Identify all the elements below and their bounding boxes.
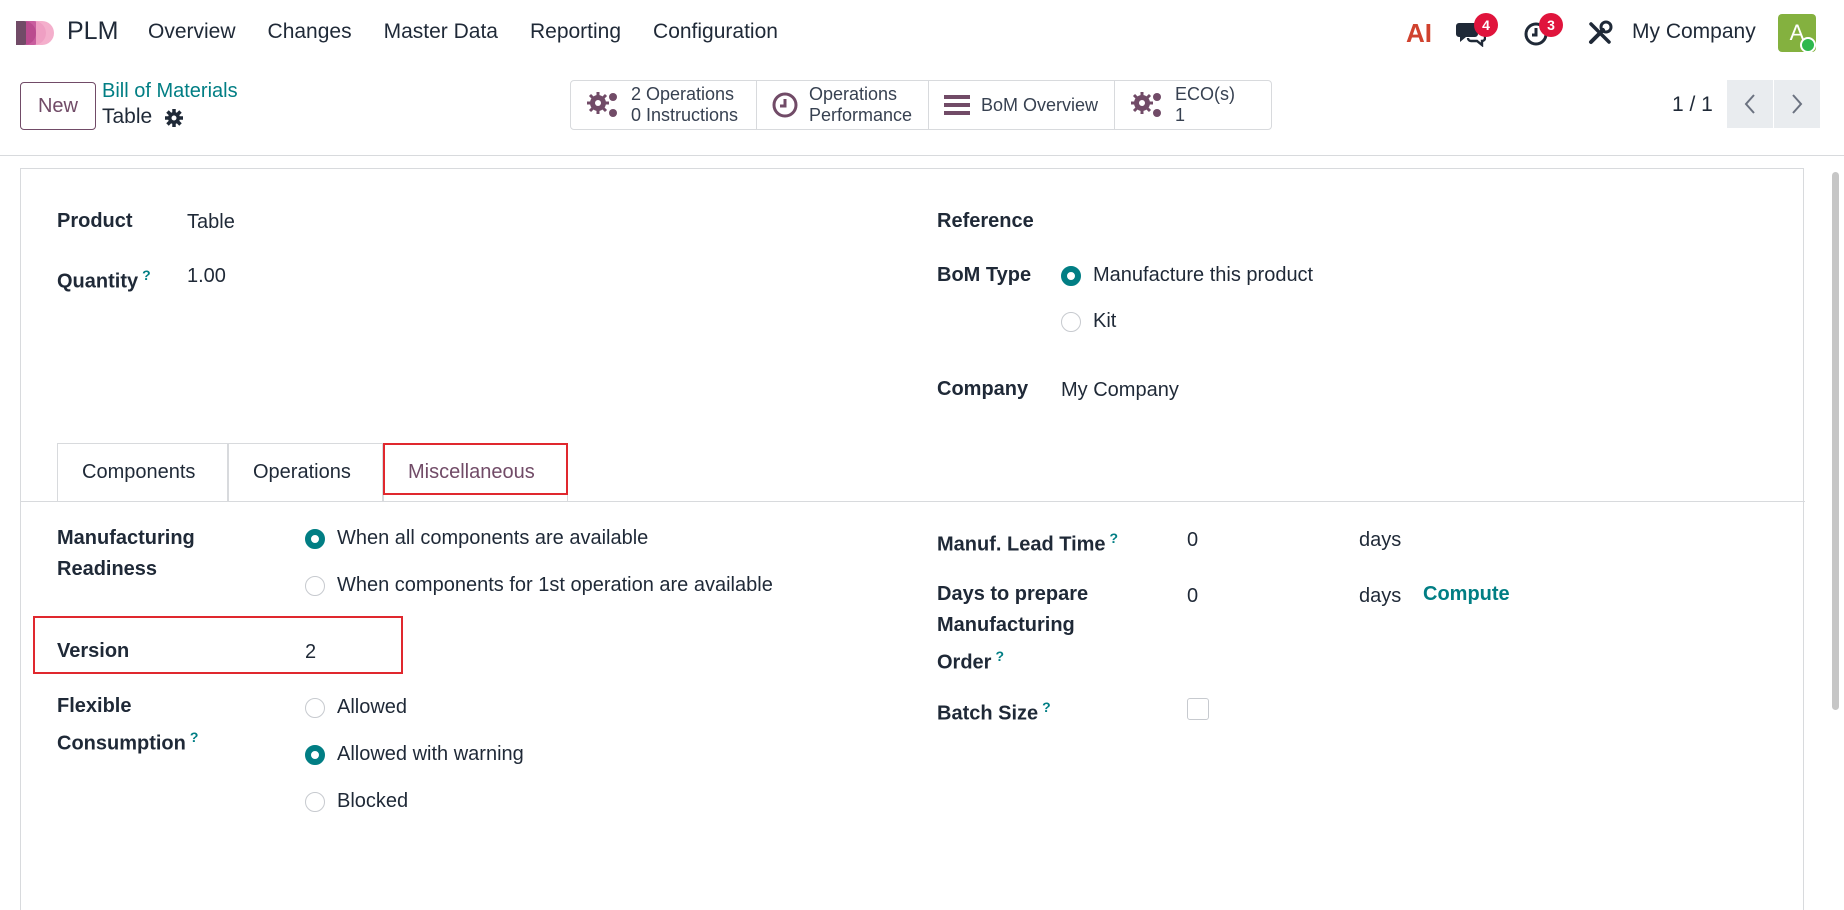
quantity-label: Quantity? — [57, 260, 151, 298]
compute-button[interactable]: Compute — [1423, 579, 1510, 610]
bom-type-manufacture-radio[interactable] — [1061, 266, 1081, 286]
lead-time-label-text: Manuf. Lead Time — [937, 533, 1106, 556]
app-name[interactable]: PLM — [67, 17, 118, 46]
days-to-prepare-unit: days — [1359, 585, 1402, 607]
smart-buttons: 2 Operations 0 Instructions Operations P… — [570, 80, 1272, 130]
flex-allowed-label[interactable]: Allowed — [337, 692, 407, 723]
tab-operations[interactable]: Operations — [228, 443, 383, 501]
menu-configuration[interactable]: Configuration — [653, 20, 778, 44]
flexible-consumption-help-icon[interactable]: ? — [190, 729, 199, 745]
product-label: Product — [57, 210, 133, 232]
bom-overview-label: BoM Overview — [981, 94, 1099, 115]
product-field[interactable]: Table — [187, 207, 235, 238]
quantity-field[interactable]: 1.00 — [187, 261, 226, 292]
breadcrumb-bill-of-materials[interactable]: Bill of Materials — [102, 80, 238, 103]
chevron-left-icon — [1744, 94, 1755, 114]
tab-components[interactable]: Components — [57, 443, 228, 501]
readiness-all-components-radio[interactable] — [305, 529, 325, 549]
eco-count: 1 — [1175, 105, 1186, 125]
batch-size-label-text: Batch Size — [937, 702, 1039, 725]
reference-label: Reference — [937, 210, 1034, 232]
bom-type-manufacture-label[interactable]: Manufacture this product — [1093, 260, 1313, 291]
pager-value[interactable]: 1 / 1 — [1672, 93, 1713, 117]
operations-instructions-button[interactable]: 2 Operations 0 Instructions — [571, 81, 757, 129]
readiness-label-line2: Readiness — [57, 558, 158, 580]
batch-size-checkbox[interactable] — [1187, 698, 1209, 720]
prepare-label-line2: Manufacturing — [937, 614, 1075, 636]
control-panel: New Bill of Materials Table 2 Operations… — [0, 66, 1844, 156]
company-label: Company — [937, 378, 1029, 400]
prepare-label-line3: Order — [937, 651, 992, 674]
gears-icon — [1131, 92, 1161, 117]
form-sheet: Product Table Quantity? 1.00 Reference B… — [20, 168, 1805, 910]
days-to-prepare-label: Days to prepare Manufacturing Order? — [937, 579, 1088, 679]
bom-type-kit-radio[interactable] — [1061, 312, 1081, 332]
instructions-count: 0 Instructions — [631, 105, 739, 125]
main-menu: Overview Changes Master Data Reporting C… — [148, 20, 810, 44]
lead-time-help-icon[interactable]: ? — [1110, 530, 1119, 546]
flex-label-line2: Consumption — [57, 732, 186, 755]
readiness-first-operation-radio[interactable] — [305, 576, 325, 596]
new-button[interactable]: New — [20, 82, 96, 130]
manuf-lead-time-label: Manuf. Lead Time? — [937, 523, 1118, 561]
bars-icon — [944, 95, 970, 115]
quantity-label-text: Quantity — [57, 270, 139, 293]
readiness-first-operation-label[interactable]: When components for 1st operation are av… — [337, 570, 773, 601]
tab-divider — [21, 501, 1805, 502]
eco-label: ECO(s) — [1175, 84, 1235, 104]
menu-overview[interactable]: Overview — [148, 20, 236, 44]
pager-previous-button[interactable] — [1727, 80, 1773, 128]
days-to-prepare-help-icon[interactable]: ? — [995, 648, 1004, 664]
flexible-consumption-label: Flexible Consumption? — [57, 691, 198, 760]
operations-count: 2 Operations — [631, 84, 735, 104]
performance-label-line2: Performance — [809, 105, 913, 125]
bom-overview-button[interactable]: BoM Overview — [929, 81, 1115, 129]
chevron-right-icon — [1792, 94, 1803, 114]
plm-logo-icon[interactable] — [14, 19, 56, 47]
eco-button[interactable]: ECO(s) 1 — [1115, 81, 1271, 129]
batch-size-help-icon[interactable]: ? — [1042, 699, 1051, 715]
bom-type-label: BoM Type — [937, 264, 1032, 286]
menu-changes[interactable]: Changes — [268, 20, 352, 44]
top-navbar: PLM Overview Changes Master Data Reporti… — [0, 0, 1844, 66]
vertical-scrollbar[interactable] — [1832, 172, 1839, 710]
record-actions-gear-icon[interactable] — [164, 108, 184, 128]
bom-type-kit-label[interactable]: Kit — [1093, 306, 1116, 337]
readiness-all-components-label[interactable]: When all components are available — [337, 523, 648, 554]
company-field[interactable]: My Company — [1061, 375, 1179, 406]
performance-label-line1: Operations — [809, 84, 898, 104]
flex-allowed-radio[interactable] — [305, 698, 325, 718]
tab-highlight-box — [383, 443, 568, 495]
online-status-dot — [1800, 37, 1816, 53]
flex-allowed-warning-label[interactable]: Allowed with warning — [337, 739, 524, 770]
readiness-label-line1: Manufacturing — [57, 527, 195, 549]
lead-time-unit: days — [1359, 529, 1402, 551]
messages-badge: 4 — [1474, 13, 1498, 37]
clock-icon — [772, 92, 798, 118]
gears-icon — [587, 92, 617, 117]
flex-blocked-radio[interactable] — [305, 792, 325, 812]
ai-icon[interactable]: AI — [1406, 18, 1432, 49]
pager-next-button[interactable] — [1774, 80, 1820, 128]
activities-badge: 3 — [1539, 13, 1563, 37]
debug-tools-icon[interactable] — [1587, 20, 1613, 46]
flex-label-line1: Flexible — [57, 695, 132, 717]
days-to-prepare-field[interactable]: 0 — [1187, 581, 1198, 612]
menu-master-data[interactable]: Master Data — [384, 20, 498, 44]
prepare-label-line1: Days to prepare — [937, 583, 1089, 605]
flex-allowed-warning-radio[interactable] — [305, 745, 325, 765]
record-title: Table — [102, 105, 153, 128]
flex-blocked-label[interactable]: Blocked — [337, 786, 408, 817]
company-switcher[interactable]: My Company — [1632, 20, 1756, 44]
manufacturing-readiness-label: Manufacturing Readiness — [57, 523, 195, 585]
quantity-help-icon[interactable]: ? — [142, 267, 151, 283]
operations-performance-button[interactable]: Operations Performance — [757, 81, 929, 129]
batch-size-label: Batch Size? — [937, 692, 1051, 730]
lead-time-field[interactable]: 0 — [1187, 525, 1198, 556]
menu-reporting[interactable]: Reporting — [530, 20, 621, 44]
version-highlight-box — [33, 616, 403, 674]
